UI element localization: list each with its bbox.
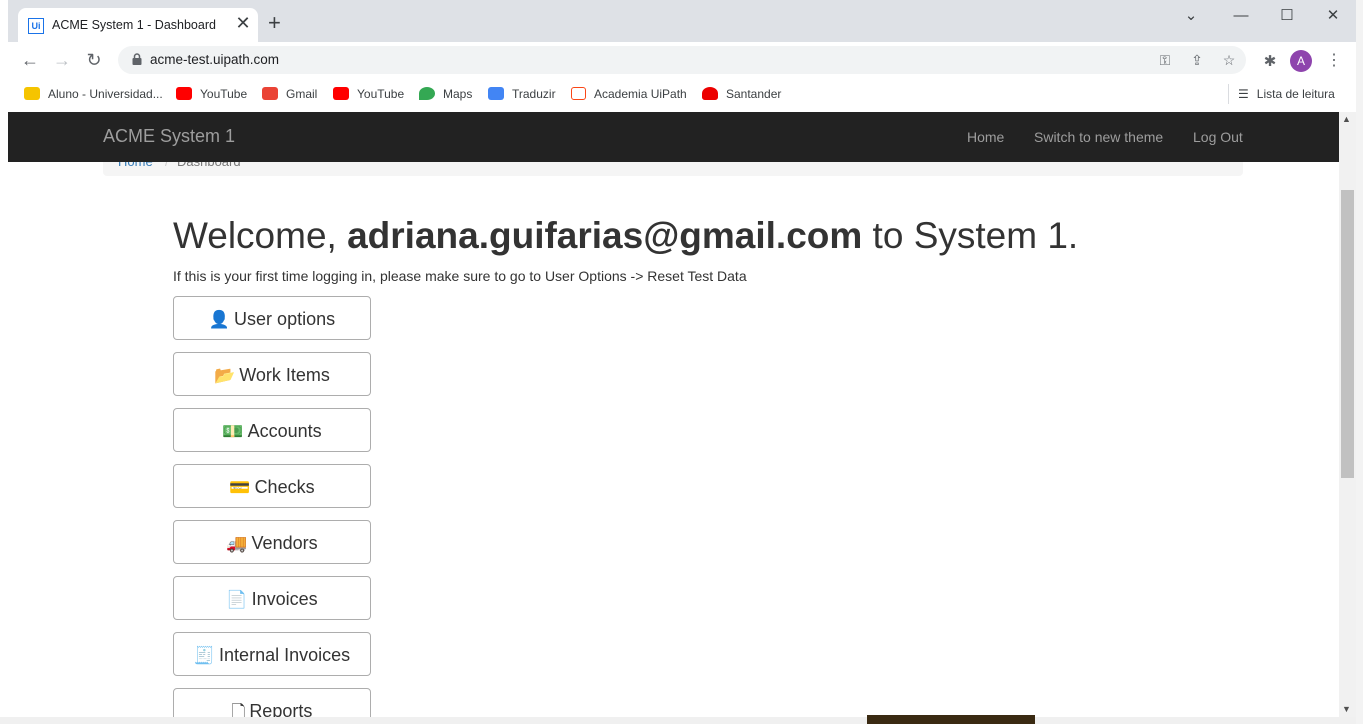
star-icon[interactable]: ☆ (1220, 51, 1238, 69)
scroll-thumb[interactable] (1341, 190, 1354, 478)
bookmarks-bar: Aluno - Universidad... YouTube Gmail You… (8, 80, 1356, 108)
menu-label: Reports (249, 701, 313, 717)
address-bar[interactable]: acme-test.uipath.com ⚿ ⇪ ☆ (118, 46, 1246, 74)
welcome-heading: Welcome, adriana.guifarias@gmail.com to … (173, 215, 1078, 257)
youtube-icon (333, 87, 349, 100)
menu-label: Invoices (251, 589, 318, 609)
top-navbar: ACME System 1 Home Switch to new theme L… (8, 112, 1339, 162)
minimize-icon[interactable]: — (1226, 6, 1256, 26)
key-icon[interactable]: ⚿ (1156, 51, 1174, 69)
translate-icon (488, 87, 504, 100)
accounts-button[interactable]: 💵 Accounts (173, 408, 371, 452)
vendors-button[interactable]: 🚚 Vendors (173, 520, 371, 564)
browser-tab[interactable]: Ui ACME System 1 - Dashboard ✕ (18, 8, 258, 42)
money-icon: 💵 (222, 422, 244, 441)
new-tab-button[interactable]: + (268, 12, 281, 34)
url-text: acme-test.uipath.com (150, 52, 280, 67)
background-window-image (867, 715, 1035, 724)
welcome-suffix: to System 1. (862, 215, 1079, 256)
bookmark-label: Academia UiPath (594, 87, 687, 101)
bookmark-item[interactable]: Academia UiPath (571, 85, 687, 103)
uipath-favicon-icon: Ui (28, 18, 44, 34)
reports-button[interactable]: 🗋 Reports (173, 688, 371, 717)
welcome-user: adriana.guifarias@gmail.com (347, 215, 863, 256)
user-options-button[interactable]: 👤 User options (173, 296, 371, 340)
invoices-button[interactable]: 📄 Invoices (173, 576, 371, 620)
tab-title: ACME System 1 - Dashboard (52, 18, 216, 32)
window-edge (1356, 0, 1363, 724)
profile-avatar[interactable]: A (1290, 50, 1312, 72)
bookmark-item[interactable]: YouTube (333, 85, 404, 103)
maximize-icon[interactable]: ☐ (1272, 6, 1302, 26)
work-items-button[interactable]: 📂 Work Items (173, 352, 371, 396)
back-icon[interactable]: ← (18, 48, 42, 72)
close-tab-icon[interactable]: ✕ (234, 14, 252, 32)
bookmark-label: Maps (443, 87, 473, 101)
scroll-up-icon[interactable]: ▲ (1342, 114, 1351, 124)
welcome-prefix: Welcome, (173, 215, 348, 256)
nav-home-link[interactable]: Home (967, 129, 1004, 145)
lock-icon (132, 53, 142, 65)
uipath-icon (571, 87, 586, 100)
file-icon: 🗋 (231, 702, 246, 717)
bookmark-label: YouTube (357, 87, 405, 101)
menu-label: Work Items (239, 365, 330, 385)
bookmark-label: Aluno - Universidad... (48, 87, 163, 101)
bookmark-label: YouTube (200, 87, 248, 101)
menu-label: Vendors (251, 533, 318, 553)
page-scrollbar[interactable]: ▲ ▼ (1339, 112, 1356, 717)
reload-icon[interactable]: ↻ (82, 48, 106, 72)
extensions-icon[interactable]: ✱ (1260, 52, 1280, 72)
file-dollar-icon: 🧾 (193, 646, 216, 665)
gmail-icon (262, 87, 278, 100)
user-icon: 👤 (208, 310, 231, 329)
menu-label: User options (234, 309, 336, 329)
bookmark-label: Santander (726, 87, 782, 101)
nav-logout-link[interactable]: Log Out (1193, 129, 1243, 145)
nav-switch-theme-link[interactable]: Switch to new theme (1034, 129, 1163, 145)
background-window-strip (0, 717, 1363, 724)
web-page: Home / Dashboard ACME System 1 Home Swit… (8, 112, 1339, 717)
reading-list-icon: ☰ (1238, 87, 1249, 101)
menu-label: Accounts (247, 421, 322, 441)
file-text-icon: 📄 (226, 590, 248, 609)
bookmark-item[interactable]: Santander (702, 85, 781, 103)
tab-search-icon[interactable]: ⌄ (1176, 6, 1206, 26)
reading-list[interactable]: ☰ Lista de leitura (1238, 85, 1335, 103)
maps-icon (419, 87, 435, 100)
close-window-icon[interactable]: ✕ (1318, 6, 1348, 26)
reading-list-label: Lista de leitura (1256, 87, 1335, 101)
brand-title[interactable]: ACME System 1 (103, 126, 235, 147)
menu-label: Checks (254, 477, 315, 497)
scroll-down-icon[interactable]: ▼ (1342, 704, 1351, 714)
bookmark-item[interactable]: Aluno - Universidad... (24, 85, 163, 103)
first-login-hint: If this is your first time logging in, p… (173, 268, 747, 284)
bookmark-item[interactable]: YouTube (176, 85, 247, 103)
santander-icon (702, 87, 718, 100)
truck-icon: 🚚 (226, 534, 248, 553)
folder-open-icon: 📂 (214, 366, 236, 385)
more-menu-icon[interactable]: ⋮ (1326, 50, 1342, 72)
browser-tab-strip: Ui ACME System 1 - Dashboard ✕ + ⌄ — ☐ ✕ (8, 0, 1356, 42)
bookmark-item[interactable]: Gmail (262, 85, 317, 103)
bookmark-item[interactable]: Traduzir (488, 85, 556, 103)
university-icon (24, 87, 40, 100)
bookmark-label: Gmail (286, 87, 318, 101)
browser-toolbar: ← → ↻ acme-test.uipath.com ⚿ ⇪ ☆ ✱ A ⋮ (8, 42, 1356, 78)
youtube-icon (176, 87, 192, 100)
internal-invoices-button[interactable]: 🧾 Internal Invoices (173, 632, 371, 676)
bookmarks-divider (1228, 84, 1229, 104)
checks-button[interactable]: 💳 Checks (173, 464, 371, 508)
credit-card-icon: 💳 (229, 478, 251, 497)
share-icon[interactable]: ⇪ (1188, 51, 1206, 69)
bookmark-label: Traduzir (512, 87, 556, 101)
menu-label: Internal Invoices (219, 645, 351, 665)
bookmark-item[interactable]: Maps (419, 85, 472, 103)
forward-icon[interactable]: → (50, 48, 74, 72)
